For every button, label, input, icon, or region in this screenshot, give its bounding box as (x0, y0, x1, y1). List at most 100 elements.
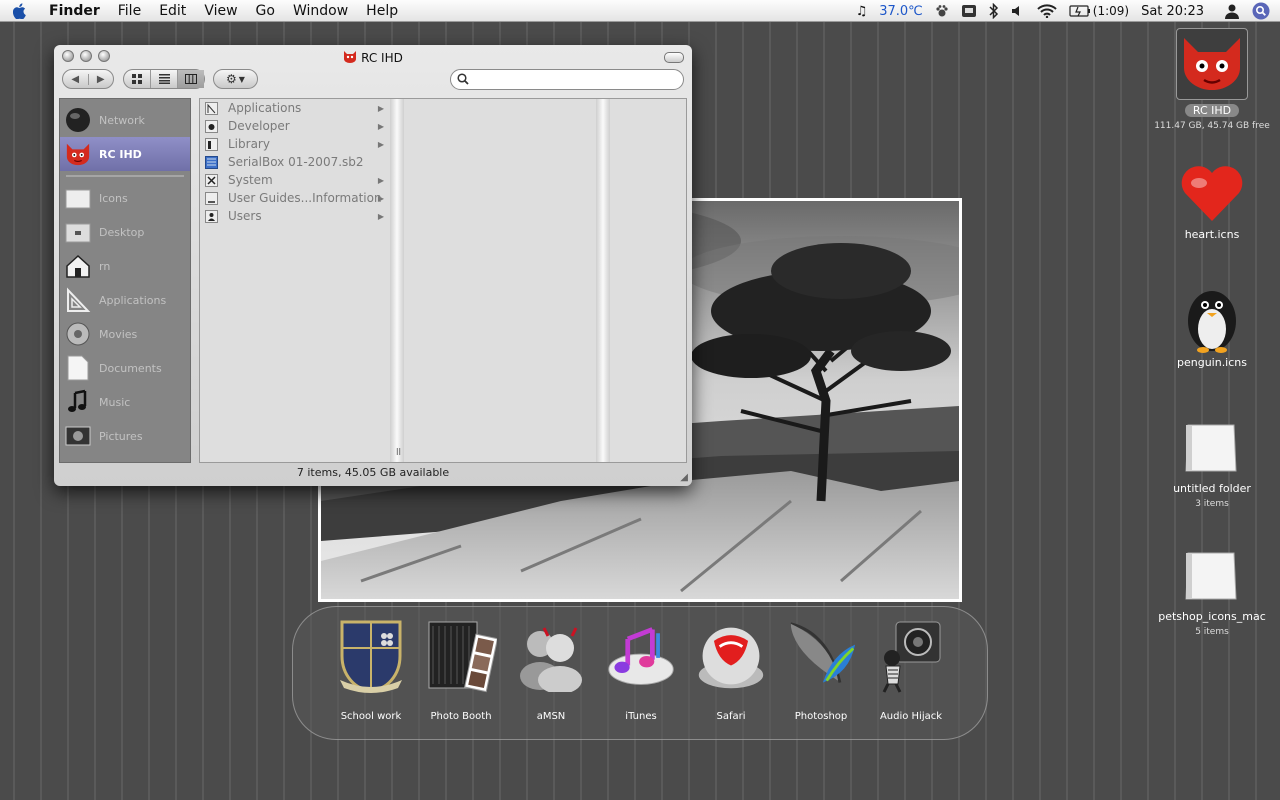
dock-item-school-work[interactable]: School work (327, 617, 415, 735)
forward-arrow-icon[interactable]: ▶ (87, 73, 114, 85)
sidebar-item-label: Documents (99, 361, 162, 375)
penguin-icon (1152, 286, 1272, 354)
heart-icon (1152, 160, 1272, 226)
dock-item-photoshop[interactable]: Photoshop (777, 617, 865, 735)
safari-icon (695, 617, 767, 695)
gear-icon: ⚙ (226, 72, 237, 86)
dock-item-safari[interactable]: Safari (687, 617, 775, 735)
column-1: Applications ▶ Developer ▶ Library ▶ Ser… (200, 99, 390, 462)
sidebar-item-label: Network (99, 113, 145, 127)
dock-item-audio-hijack[interactable]: Audio Hijack (867, 617, 955, 735)
menu-bar: Finder File Edit View Go Window Help ♫ 3… (0, 0, 1280, 22)
devil-cat-icon (65, 141, 91, 167)
dock-label: aMSN (536, 711, 566, 722)
menu-file[interactable]: File (109, 0, 150, 22)
menu-view[interactable]: View (195, 0, 246, 22)
heart-label: heart.icns (1184, 228, 1240, 241)
dock-item-itunes[interactable]: iTunes (597, 617, 685, 735)
file-name: Users (228, 209, 262, 223)
photoshop-icon (785, 617, 857, 695)
file-row-applications[interactable]: Applications ▶ (204, 99, 388, 117)
sidebar-item-label: Music (99, 395, 131, 409)
menu-help[interactable]: Help (357, 0, 407, 22)
sidebar-item-pictures[interactable]: Pictures (60, 419, 190, 453)
display-icon[interactable] (961, 0, 977, 22)
search-input[interactable] (473, 72, 677, 87)
penguin-label: penguin.icns (1176, 356, 1247, 369)
music-icon (65, 389, 91, 415)
file-name: User Guides...Information (228, 191, 382, 205)
battery-icon[interactable] (1069, 0, 1091, 22)
applications-icon (65, 287, 91, 313)
column-2-scrollbar[interactable] (596, 99, 610, 462)
column-view-icon[interactable] (177, 70, 204, 88)
sidebar-item-movies[interactable]: Movies (60, 317, 190, 351)
column-1-scrollbar[interactable] (390, 99, 404, 462)
file-row-system[interactable]: System ▶ (204, 171, 388, 189)
file-row-library[interactable]: Library ▶ (204, 135, 388, 153)
desktop-icon-penguin[interactable]: penguin.icns (1152, 286, 1272, 369)
sidebar-item-icons[interactable]: Icons (60, 181, 190, 215)
action-button[interactable]: ⚙ ▼ (213, 69, 258, 89)
disclosure-arrow-icon: ▶ (377, 211, 384, 221)
sidebar-item-desktop[interactable]: Desktop (60, 215, 190, 249)
sidebar-item-home[interactable]: rn (60, 249, 190, 283)
sidebar-item-documents[interactable]: Documents (60, 351, 190, 385)
music-note-icon[interactable]: ♫ (856, 0, 868, 22)
devil-cat-icon (343, 49, 357, 66)
window-titlebar[interactable]: RC IHD (54, 45, 692, 69)
file-name: Applications (228, 101, 302, 115)
wifi-icon[interactable] (1037, 0, 1057, 22)
file-row-user-guides[interactable]: User Guides...Information ▶ (204, 189, 388, 207)
disclosure-arrow-icon: ▶ (377, 121, 384, 131)
dock-item-photo-booth[interactable]: Photo Booth (417, 617, 505, 735)
back-arrow-icon[interactable]: ◀ (63, 74, 88, 85)
disclosure-arrow-icon: ▶ (377, 193, 384, 203)
apple-menu-icon[interactable] (0, 0, 40, 22)
user-icon[interactable] (1224, 0, 1240, 22)
file-row-serialbox[interactable]: SerialBox 01-2007.sb2 (204, 153, 388, 171)
pictures-icon (65, 423, 91, 449)
search-field[interactable] (450, 69, 684, 90)
sidebar-item-music[interactable]: Music (60, 385, 190, 419)
file-name: SerialBox 01-2007.sb2 (228, 155, 364, 169)
list-view-icon[interactable] (150, 70, 177, 88)
folder-icon (65, 185, 91, 211)
menu-edit[interactable]: Edit (150, 0, 195, 22)
desktop-icon-heart[interactable]: heart.icns (1152, 160, 1272, 241)
drive-info: 111.47 GB, 45.74 GB free (1154, 121, 1270, 131)
menu-window[interactable]: Window (284, 0, 357, 22)
audio-hijack-icon (875, 617, 947, 695)
resize-grip-icon[interactable]: ◢ (680, 472, 688, 483)
dock: School work Photo Booth aMSN iTunes Safa… (292, 606, 988, 740)
desktop-icon-untitled-folder[interactable]: untitled folder 3 items (1152, 414, 1272, 509)
dock-label: Audio Hijack (879, 711, 943, 722)
volume-icon[interactable] (1011, 0, 1025, 22)
battery-time[interactable]: (1:09) (1093, 0, 1129, 22)
folder1-info: 3 items (1195, 499, 1229, 509)
sidebar-divider (66, 175, 184, 177)
column-resize-handle[interactable]: ll (396, 448, 401, 458)
sidebar-item-rc-ihd[interactable]: RC IHD (60, 137, 190, 171)
users-folder-icon (204, 209, 218, 223)
sidebar-item-applications[interactable]: Applications (60, 283, 190, 317)
search-icon (457, 70, 469, 89)
file-row-users[interactable]: Users ▶ (204, 207, 388, 225)
bluetooth-icon[interactable] (989, 0, 999, 22)
system-folder-icon (204, 173, 218, 187)
spotlight-icon[interactable] (1252, 0, 1270, 22)
menu-go[interactable]: Go (247, 0, 284, 22)
itunes-icon (605, 617, 677, 695)
desktop-icon-petshop-folder[interactable]: petshop_icons_mac 5 items (1152, 542, 1272, 637)
toolbar-toggle-button[interactable] (664, 52, 684, 63)
clock[interactable]: Sat 20:23 (1141, 0, 1204, 22)
finder-sidebar: Network RC IHD Icons Desktop rn Applicat… (59, 98, 191, 463)
temperature-readout[interactable]: 37.0℃ (879, 0, 923, 22)
file-row-developer[interactable]: Developer ▶ (204, 117, 388, 135)
paw-icon[interactable] (935, 0, 949, 22)
sidebar-item-network[interactable]: Network (60, 103, 190, 137)
icon-view-icon[interactable] (124, 70, 150, 88)
dock-item-amsn[interactable]: aMSN (507, 617, 595, 735)
menu-finder[interactable]: Finder (40, 0, 109, 22)
desktop-icon-drive[interactable]: RC IHD 111.47 GB, 45.74 GB free (1152, 28, 1272, 131)
